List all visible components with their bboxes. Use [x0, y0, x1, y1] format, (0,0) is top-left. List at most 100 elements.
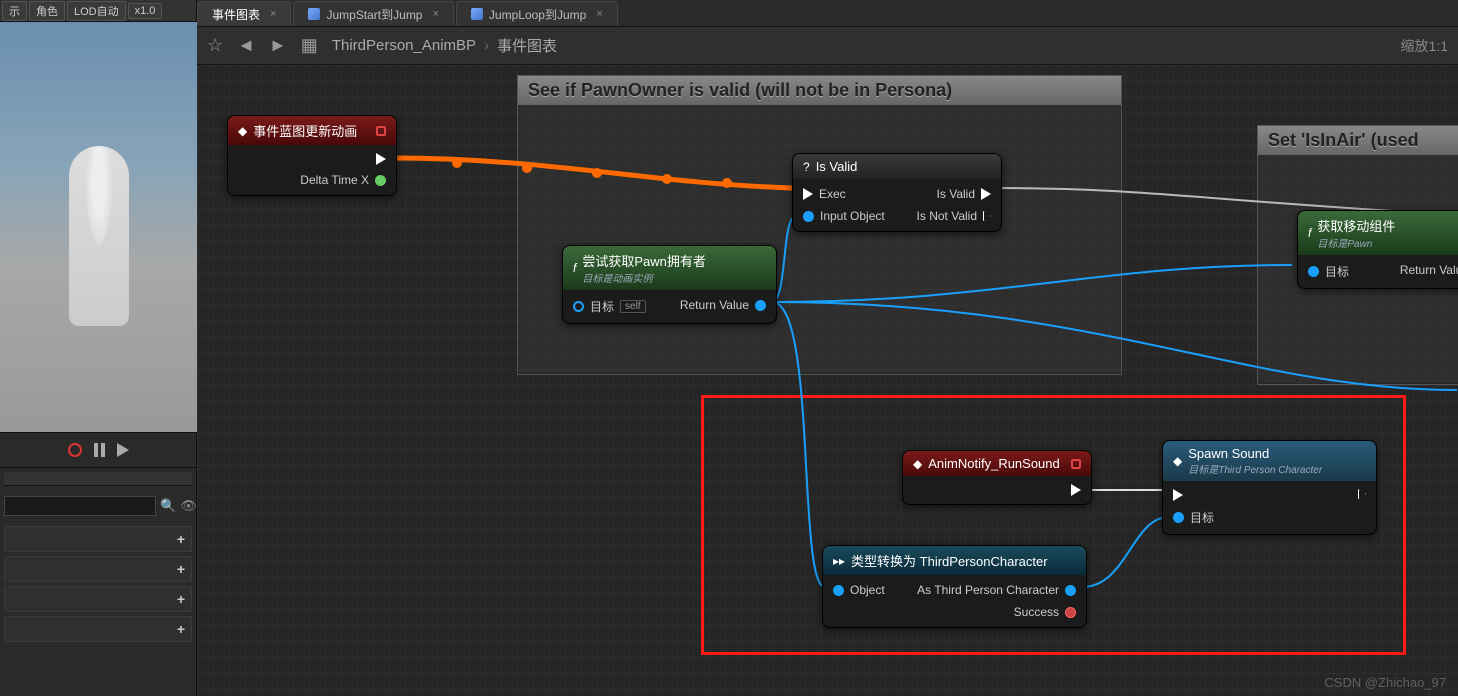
event-icon: ◆: [1173, 454, 1182, 468]
zoom-label: 缩放1:1: [1401, 36, 1448, 56]
close-icon[interactable]: ×: [270, 8, 276, 20]
node-spawn-sound[interactable]: ◆ Spawn Sound 目标是Third Person Character …: [1162, 440, 1377, 535]
close-icon[interactable]: ×: [596, 8, 602, 20]
event-icon: ◆: [913, 457, 922, 471]
back-button[interactable]: ◄: [237, 35, 255, 56]
tab-label: JumpStart到Jump: [326, 6, 422, 23]
event-icon: ◆: [238, 124, 247, 138]
exec-in-pin[interactable]: [1173, 489, 1214, 501]
plus-icon[interactable]: +: [177, 621, 185, 637]
graph-icon: ▦: [301, 35, 318, 56]
breadcrumb-graph[interactable]: 事件图表: [497, 35, 557, 56]
toolbar-btn-speed[interactable]: x1.0: [128, 3, 163, 19]
node-header[interactable]: ◆ 事件蓝图更新动画: [228, 116, 396, 145]
node-subtitle: 目标是动画实例: [582, 270, 706, 285]
node-get-pawn-owner[interactable]: f 尝试获取Pawn拥有者 目标是动画实例 目标 self Return Val…: [562, 245, 777, 324]
node-header[interactable]: ? Is Valid: [793, 154, 1001, 179]
pin-object[interactable]: Object: [833, 583, 885, 597]
toolbar-btn-show[interactable]: 示: [2, 1, 27, 21]
pin-target[interactable]: 目标: [1308, 263, 1349, 280]
tab-event-graph[interactable]: 事件图表 ×: [197, 1, 291, 26]
pin-input-object[interactable]: Input Object: [803, 209, 885, 223]
watermark: CSDN @Zhichao_97: [1324, 675, 1446, 690]
pin-as-character[interactable]: As Third Person Character: [917, 583, 1076, 597]
forward-button[interactable]: ►: [269, 35, 287, 56]
node-title: Is Valid: [816, 159, 858, 174]
asset-browser: 🔍 👁 + + + +: [0, 468, 196, 650]
left-panel: 示 角色 LOD自动 x1.0 🔍 👁 + + + +: [0, 0, 197, 696]
node-title: 尝试获取Pawn拥有者: [582, 254, 706, 269]
node-header[interactable]: f 尝试获取Pawn拥有者 目标是动画实例: [563, 246, 776, 290]
tab-jumpstart[interactable]: JumpStart到Jump ×: [293, 1, 453, 26]
search-icon[interactable]: 🔍: [160, 498, 176, 514]
node-animnotify-runsound[interactable]: ◆ AnimNotify_RunSound: [902, 450, 1092, 505]
node-header[interactable]: ▸▸ 类型转换为 ThirdPersonCharacter: [823, 546, 1086, 575]
node-header[interactable]: ◆ AnimNotify_RunSound: [903, 451, 1091, 476]
node-header[interactable]: ◆ Spawn Sound 目标是Third Person Character: [1163, 441, 1376, 481]
node-subtitle: 目标是Pawn: [1317, 235, 1395, 250]
viewport-toolbar: 示 角色 LOD自动 x1.0: [0, 0, 196, 22]
plus-icon[interactable]: +: [177, 591, 185, 607]
comment-title[interactable]: See if PawnOwner is valid (will not be i…: [518, 76, 1121, 105]
function-icon: f: [573, 261, 576, 275]
main-area: 事件图表 × JumpStart到Jump × JumpLoop到Jump × …: [197, 0, 1458, 696]
anim-icon: [308, 8, 320, 20]
asset-section-2[interactable]: +: [4, 556, 192, 582]
transport-controls: [0, 432, 196, 468]
pin-isvalid-out[interactable]: Is Valid: [937, 187, 991, 201]
node-title: Spawn Sound: [1188, 446, 1269, 461]
pin-return-value[interactable]: Return Value: [680, 298, 766, 312]
self-default: self: [620, 300, 646, 313]
plus-icon[interactable]: +: [177, 531, 185, 547]
breadcrumb-asset[interactable]: ThirdPerson_AnimBP: [332, 37, 476, 54]
macro-icon: ?: [803, 160, 810, 174]
asset-section-3[interactable]: +: [4, 586, 192, 612]
play-button[interactable]: [117, 443, 129, 457]
function-icon: f: [1308, 226, 1311, 240]
anim-icon: [471, 8, 483, 20]
pin-return-value[interactable]: Return Value: [1400, 263, 1458, 277]
tab-label: JumpLoop到Jump: [489, 6, 586, 23]
record-button[interactable]: [68, 443, 82, 457]
comment-title[interactable]: Set 'IsInAir' (used: [1258, 126, 1458, 155]
pin-delta-time[interactable]: Delta Time X: [300, 173, 386, 187]
asset-section-1[interactable]: +: [4, 526, 192, 552]
close-icon[interactable]: ×: [432, 8, 438, 20]
breadcrumb: ThirdPerson_AnimBP › 事件图表: [332, 35, 557, 56]
toolbar-btn-role[interactable]: 角色: [29, 1, 65, 21]
node-title: 类型转换为 ThirdPersonCharacter: [851, 551, 1048, 570]
node-get-move-component[interactable]: f 获取移动组件 目标是Pawn 目标 Return Value: [1297, 210, 1458, 289]
exec-in-pin[interactable]: Exec: [803, 187, 885, 201]
node-event-update-anim[interactable]: ◆ 事件蓝图更新动画 Delta Time X: [227, 115, 397, 196]
exec-out-pin[interactable]: [376, 153, 386, 165]
node-title: 事件蓝图更新动画: [253, 121, 357, 140]
node-subtitle: 目标是Third Person Character: [1188, 461, 1322, 476]
pin-target[interactable]: 目标 self: [573, 298, 646, 315]
cast-icon: ▸▸: [833, 554, 845, 568]
node-title: AnimNotify_RunSound: [928, 456, 1060, 471]
tab-bar: 事件图表 × JumpStart到Jump × JumpLoop到Jump ×: [197, 0, 1458, 27]
tab-label: 事件图表: [212, 6, 260, 23]
tab-jumploop[interactable]: JumpLoop到Jump ×: [456, 1, 618, 26]
asset-section-4[interactable]: +: [4, 616, 192, 642]
event-graph-canvas[interactable]: See if PawnOwner is valid (will not be i…: [197, 65, 1458, 696]
node-header[interactable]: f 获取移动组件 目标是Pawn: [1298, 211, 1458, 255]
node-title: 获取移动组件: [1317, 219, 1395, 234]
exec-out-pin[interactable]: [1071, 484, 1081, 496]
node-cast-thirdperson[interactable]: ▸▸ 类型转换为 ThirdPersonCharacter Object As …: [822, 545, 1087, 628]
search-input[interactable]: [4, 496, 156, 516]
node-is-valid[interactable]: ? Is Valid Exec Input Object Is Valid Is…: [792, 153, 1002, 232]
pause-button[interactable]: [94, 443, 105, 457]
delegate-pin[interactable]: [1071, 459, 1081, 469]
preview-viewport[interactable]: [0, 22, 197, 432]
favorite-icon[interactable]: ☆: [207, 35, 223, 56]
delegate-pin[interactable]: [376, 126, 386, 136]
pin-success[interactable]: Success: [1014, 605, 1076, 619]
pin-isnotvalid-out[interactable]: Is Not Valid: [917, 209, 991, 223]
toolbar-btn-lod[interactable]: LOD自动: [67, 1, 126, 21]
exec-out-pin[interactable]: [1358, 489, 1366, 499]
plus-icon[interactable]: +: [177, 561, 185, 577]
pin-target[interactable]: 目标: [1173, 509, 1214, 526]
visibility-icon[interactable]: 👁: [180, 498, 197, 514]
chevron-right-icon: ›: [484, 37, 489, 54]
